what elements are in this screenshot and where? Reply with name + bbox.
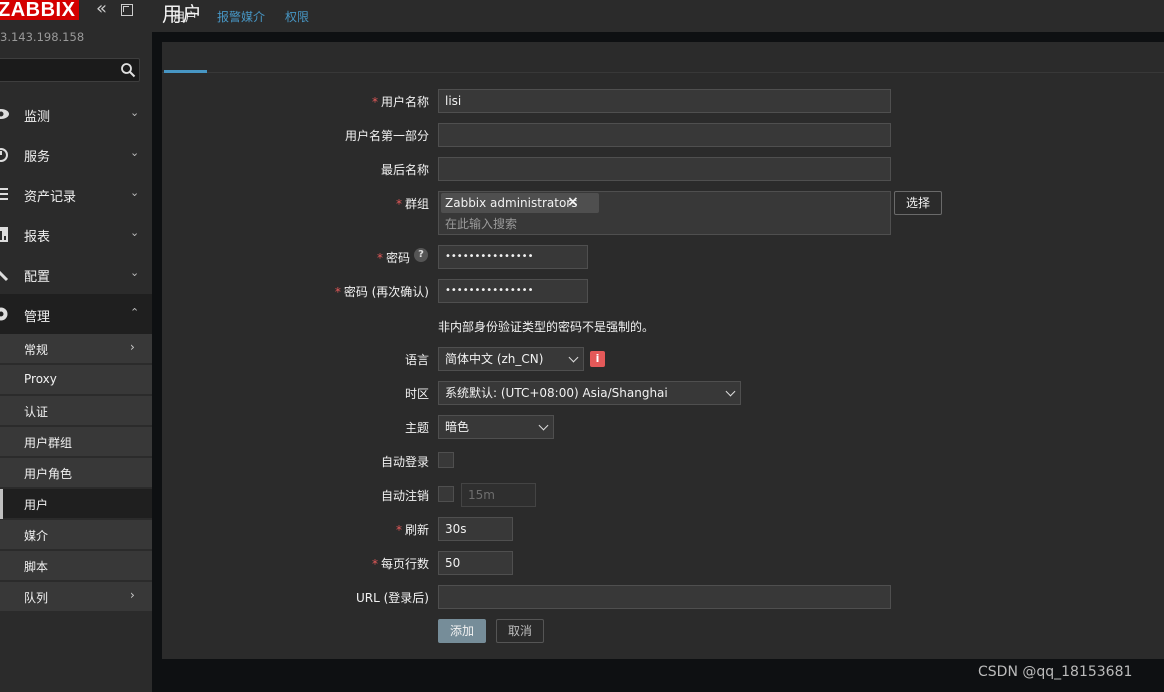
chevron-down-icon: ⌄ <box>130 226 140 239</box>
info-icon[interactable]: i <box>590 351 605 367</box>
submenu-label: 脚本 <box>24 560 49 574</box>
menu-inventory[interactable]: 资产记录 ⌄ <box>0 174 152 214</box>
menu-label: 服务 <box>24 150 51 165</box>
submenu-queue[interactable]: 队列 › <box>0 582 152 612</box>
firstname-input[interactable] <box>438 123 891 147</box>
group-tag-label: Zabbix administrators <box>445 196 578 210</box>
password-confirm-label: * 密码 (再次确认) <box>334 285 429 299</box>
autologin-checkbox[interactable] <box>438 452 454 468</box>
zabbix-logo[interactable]: ZABBIX <box>0 0 80 21</box>
cancel-button[interactable]: 取消 <box>496 619 544 643</box>
menu-label: 配置 <box>24 270 51 285</box>
submenu-proxy[interactable]: Proxy <box>0 365 152 395</box>
chevron-right-icon: › <box>130 588 135 602</box>
submenu-scripts[interactable]: 脚本 <box>0 551 152 581</box>
chevron-down-icon: ⌄ <box>130 186 140 199</box>
menu-reports[interactable]: 报表 ⌄ <box>0 214 152 254</box>
sidebar: ZABBIX « 3.143.198.158 监测 ⌄ 服务 ⌄ 资产记录 ⌄ … <box>0 0 152 692</box>
submenu-label: 队列 <box>24 591 49 605</box>
submenu-label: 常规 <box>24 343 49 357</box>
active-tab-indicator <box>164 70 207 73</box>
autologout-label: 自动注销 <box>380 489 429 503</box>
password-note: 非内部身份验证类型的密码不是强制的。 <box>438 320 655 334</box>
timezone-label: 时区 <box>404 387 429 401</box>
language-label: 语言 <box>404 353 429 367</box>
url-input[interactable] <box>438 585 891 609</box>
wrench-icon <box>0 270 9 282</box>
submenu-general[interactable]: 常规 › <box>0 334 152 364</box>
groups-search-placeholder[interactable]: 在此输入搜索 <box>445 215 517 232</box>
firstname-label: 用户名第一部分 <box>344 129 429 143</box>
submenu-media-types[interactable]: 媒介 <box>0 520 152 550</box>
autologout-input: 15m <box>461 483 536 507</box>
menu-label: 资产记录 <box>24 190 77 205</box>
submenu-user-groups[interactable]: 用户群组 <box>0 427 152 457</box>
password-label: * 密码 <box>376 251 410 265</box>
password-confirm-input[interactable]: ••••••••••••••• <box>438 279 588 303</box>
clock-icon <box>0 148 8 162</box>
bar-chart-icon <box>0 227 8 242</box>
submenu-label: 认证 <box>24 405 49 419</box>
select-groups-button[interactable]: 选择 <box>894 191 942 215</box>
search-icon[interactable] <box>120 62 136 78</box>
submenu-user-roles[interactable]: 用户角色 <box>0 458 152 488</box>
watermark: CSDN @qq_18153681 <box>978 664 1133 680</box>
rows-per-page-label: * 每页行数 <box>371 557 429 571</box>
timezone-select[interactable]: 系统默认: (UTC+08:00) Asia/Shanghai <box>438 381 741 405</box>
chevron-up-icon: ⌃ <box>130 306 140 319</box>
refresh-label: * 刷新 <box>395 523 429 537</box>
submenu-label: Proxy <box>24 372 57 386</box>
chevron-down-icon: ⌄ <box>130 146 140 159</box>
username-input[interactable]: lisi <box>438 89 891 113</box>
tab-permissions[interactable]: 权限 <box>285 8 309 25</box>
submenu-label: 用户 <box>24 498 49 512</box>
eye-icon <box>0 109 9 119</box>
refresh-input[interactable]: 30s <box>438 517 513 541</box>
autologout-checkbox[interactable] <box>438 486 454 502</box>
menu-monitoring[interactable]: 监测 ⌄ <box>0 94 152 134</box>
menu-administration[interactable]: 管理 ⌃ <box>0 294 152 334</box>
tab-bar <box>162 42 1164 73</box>
password-input[interactable]: ••••••••••••••• <box>438 245 588 269</box>
remove-tag-icon[interactable]: × <box>567 194 579 210</box>
chevron-down-icon: ⌄ <box>130 266 140 279</box>
sidebar-search-input[interactable] <box>0 58 140 82</box>
tab-media[interactable]: 报警媒介 <box>217 8 265 25</box>
menu-label: 管理 <box>24 310 51 325</box>
url-label: URL (登录后) <box>356 591 429 605</box>
theme-select[interactable]: 暗色 <box>438 415 554 439</box>
submenu-label: 媒介 <box>24 529 49 543</box>
theme-label: 主题 <box>404 421 429 435</box>
help-icon[interactable]: ? <box>414 248 428 262</box>
lastname-input[interactable] <box>438 157 891 181</box>
tab-user[interactable]: 用户 <box>173 8 197 25</box>
submenu-authentication[interactable]: 认证 <box>0 396 152 426</box>
language-select[interactable]: 简体中文 (zh_CN) <box>438 347 584 371</box>
list-icon <box>0 188 8 200</box>
server-ip: 3.143.198.158 <box>0 30 85 44</box>
submenu-users[interactable]: 用户 <box>0 489 152 519</box>
gear-icon <box>0 307 8 321</box>
autologin-label: 自动登录 <box>380 455 429 469</box>
submenu-label: 用户群组 <box>24 436 73 450</box>
menu-configuration[interactable]: 配置 ⌄ <box>0 254 152 294</box>
menu-label: 监测 <box>24 110 51 125</box>
chevron-down-icon: ⌄ <box>130 106 140 119</box>
menu-services[interactable]: 服务 ⌄ <box>0 134 152 174</box>
groups-label: * 群组 <box>395 197 429 211</box>
collapse-sidebar-icon[interactable]: « <box>96 0 112 20</box>
rows-per-page-input[interactable]: 50 <box>438 551 513 575</box>
kiosk-mode-icon[interactable] <box>121 4 133 16</box>
submenu-label: 用户角色 <box>24 467 73 481</box>
add-button[interactable]: 添加 <box>438 619 486 643</box>
menu-label: 报表 <box>24 230 51 245</box>
lastname-label: 最后名称 <box>380 163 429 177</box>
username-label: * 用户名称 <box>371 95 429 109</box>
chevron-right-icon: › <box>130 340 135 354</box>
